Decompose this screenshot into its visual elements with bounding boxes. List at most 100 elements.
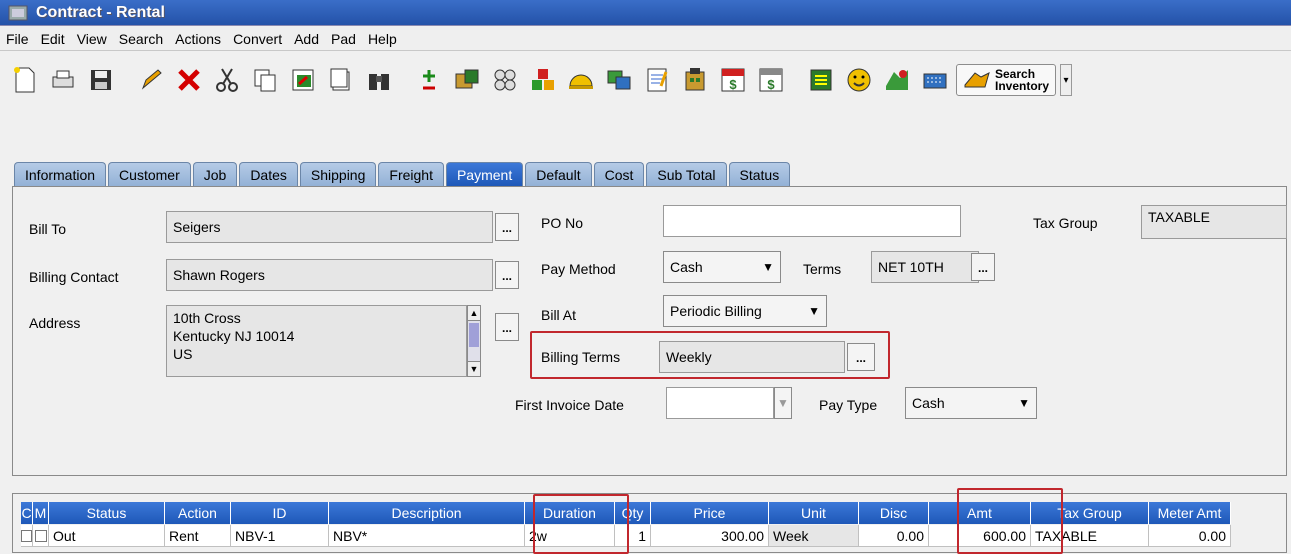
bill-at-label: Bill At (541, 307, 577, 323)
tab-status[interactable]: Status (728, 162, 791, 186)
map-icon[interactable] (880, 64, 914, 96)
billing-contact-field[interactable]: Shawn Rogers (166, 259, 493, 291)
tab-customer[interactable]: Customer (108, 162, 191, 186)
search-inventory-icon (964, 72, 990, 88)
date-picker-button[interactable]: ▼ (774, 387, 792, 419)
menu-actions[interactable]: Actions (175, 31, 221, 47)
line-items-grid: C M Status Action ID Description Duratio… (12, 488, 1287, 554)
building-icon[interactable] (678, 64, 712, 96)
terms-field[interactable]: NET 10TH (871, 251, 979, 283)
column-header-disc[interactable]: Disc (859, 502, 929, 524)
tab-information[interactable]: Information (14, 162, 107, 186)
scroll-thumb[interactable] (469, 323, 479, 347)
pay-type-label: Pay Type (819, 397, 878, 413)
address-field[interactable]: 10th Cross Kentucky NJ 10014 US (166, 305, 467, 377)
address-scrollbar[interactable]: ▲ ▼ (467, 305, 481, 377)
bill-to-field[interactable]: Seigers (166, 211, 493, 243)
cell-action[interactable]: Rent (165, 525, 231, 547)
transfer-icon[interactable] (602, 64, 636, 96)
menu-add[interactable]: Add (294, 31, 319, 47)
address-lookup-button[interactable]: ... (495, 313, 519, 341)
billing-contact-lookup-button[interactable]: ... (495, 261, 519, 289)
column-header-description[interactable]: Description (329, 502, 525, 524)
menu-view[interactable]: View (77, 31, 107, 47)
bill-to-label: Bill To (29, 221, 67, 237)
column-header-unit[interactable]: Unit (769, 502, 859, 524)
cell-unit[interactable]: Week (769, 525, 859, 547)
toolbar-overflow-button[interactable]: ▾ (1060, 64, 1073, 96)
tab-payment[interactable]: Payment (445, 162, 524, 186)
cell-price[interactable]: 300.00 (651, 525, 769, 547)
first-invoice-date-input[interactable] (666, 387, 774, 419)
scroll-up-icon[interactable]: ▲ (468, 306, 480, 321)
cell-id[interactable]: NBV-1 (231, 525, 329, 547)
bill-at-select[interactable]: Periodic Billing ▼ (663, 295, 827, 327)
cell-description[interactable]: NBV* (329, 525, 525, 547)
column-header-status[interactable]: Status (49, 502, 165, 524)
tab-shipping[interactable]: Shipping (299, 162, 377, 186)
menu-pad[interactable]: Pad (331, 31, 356, 47)
tab-sub-total[interactable]: Sub Total (646, 162, 727, 186)
checkbox[interactable] (21, 529, 32, 542)
print-icon[interactable] (46, 64, 80, 96)
new-document-icon[interactable] (8, 64, 42, 96)
helmet-icon[interactable] (564, 64, 598, 96)
paste-icon[interactable] (286, 64, 320, 96)
column-header-m[interactable]: M (33, 502, 49, 524)
menu-edit[interactable]: Edit (41, 31, 65, 47)
keyboard-icon[interactable] (918, 64, 952, 96)
row-checkbox-c[interactable] (21, 525, 33, 547)
notepad-icon[interactable] (640, 64, 674, 96)
po-no-input[interactable] (663, 205, 961, 237)
terms-lookup-button[interactable]: ... (971, 253, 995, 281)
column-header-c[interactable]: C (21, 502, 33, 524)
cell-disc[interactable]: 0.00 (859, 525, 929, 547)
billing-terms-lookup-button[interactable]: ... (847, 343, 875, 371)
tab-job[interactable]: Job (192, 162, 238, 186)
checkbox[interactable] (34, 529, 47, 542)
search-inventory-button[interactable]: Search Inventory (956, 64, 1057, 96)
column-header-meter-amt[interactable]: Meter Amt (1149, 502, 1231, 524)
save-icon[interactable] (84, 64, 118, 96)
copy-icon[interactable] (248, 64, 282, 96)
tab-dates[interactable]: Dates (239, 162, 298, 186)
tab-default[interactable]: Default (525, 162, 592, 186)
pay-type-select[interactable]: Cash ▼ (905, 387, 1037, 419)
menu-help[interactable]: Help (368, 31, 397, 47)
due-icon[interactable]: $ (754, 64, 788, 96)
delete-x-icon[interactable] (172, 64, 206, 96)
crate-icon[interactable] (450, 64, 484, 96)
tax-group-field[interactable]: TAXABLE (1141, 205, 1287, 239)
tab-cost[interactable]: Cost (593, 162, 645, 186)
cell-status[interactable]: Out (49, 525, 165, 547)
column-header-action[interactable]: Action (165, 502, 231, 524)
cut-scissors-icon[interactable] (210, 64, 244, 96)
bill-to-lookup-button[interactable]: ... (495, 213, 519, 241)
address-line-3: US (173, 346, 193, 362)
cell-meter-amt[interactable]: 0.00 (1149, 525, 1231, 547)
column-header-price[interactable]: Price (651, 502, 769, 524)
tax-group-label: Tax Group (1033, 215, 1098, 231)
menu-convert[interactable]: Convert (233, 31, 282, 47)
find-binoculars-icon[interactable] (362, 64, 396, 96)
payment-panel: Bill To Seigers ... Billing Contact Shaw… (12, 186, 1287, 476)
edit-pencil-icon[interactable] (134, 64, 168, 96)
menu-file[interactable]: File (6, 31, 29, 47)
inventory-blocks-icon[interactable] (526, 64, 560, 96)
bill-at-value: Periodic Billing (670, 303, 762, 319)
smiley-icon[interactable] (842, 64, 876, 96)
report-icon[interactable] (804, 64, 838, 96)
po-no-label: PO No (541, 215, 584, 231)
column-header-id[interactable]: ID (231, 502, 329, 524)
tab-freight[interactable]: Freight (378, 162, 444, 186)
pay-method-select[interactable]: Cash ▼ (663, 251, 781, 283)
billing-terms-field[interactable]: Weekly (659, 341, 845, 373)
options-icon[interactable] (488, 64, 522, 96)
address-label: Address (29, 315, 81, 331)
menu-search[interactable]: Search (119, 31, 163, 47)
pay-icon[interactable]: $ (716, 64, 750, 96)
row-checkbox-m[interactable] (33, 525, 49, 547)
add-line-icon[interactable] (412, 64, 446, 96)
copy-document-icon[interactable] (324, 64, 358, 96)
scroll-down-icon[interactable]: ▼ (468, 361, 480, 376)
